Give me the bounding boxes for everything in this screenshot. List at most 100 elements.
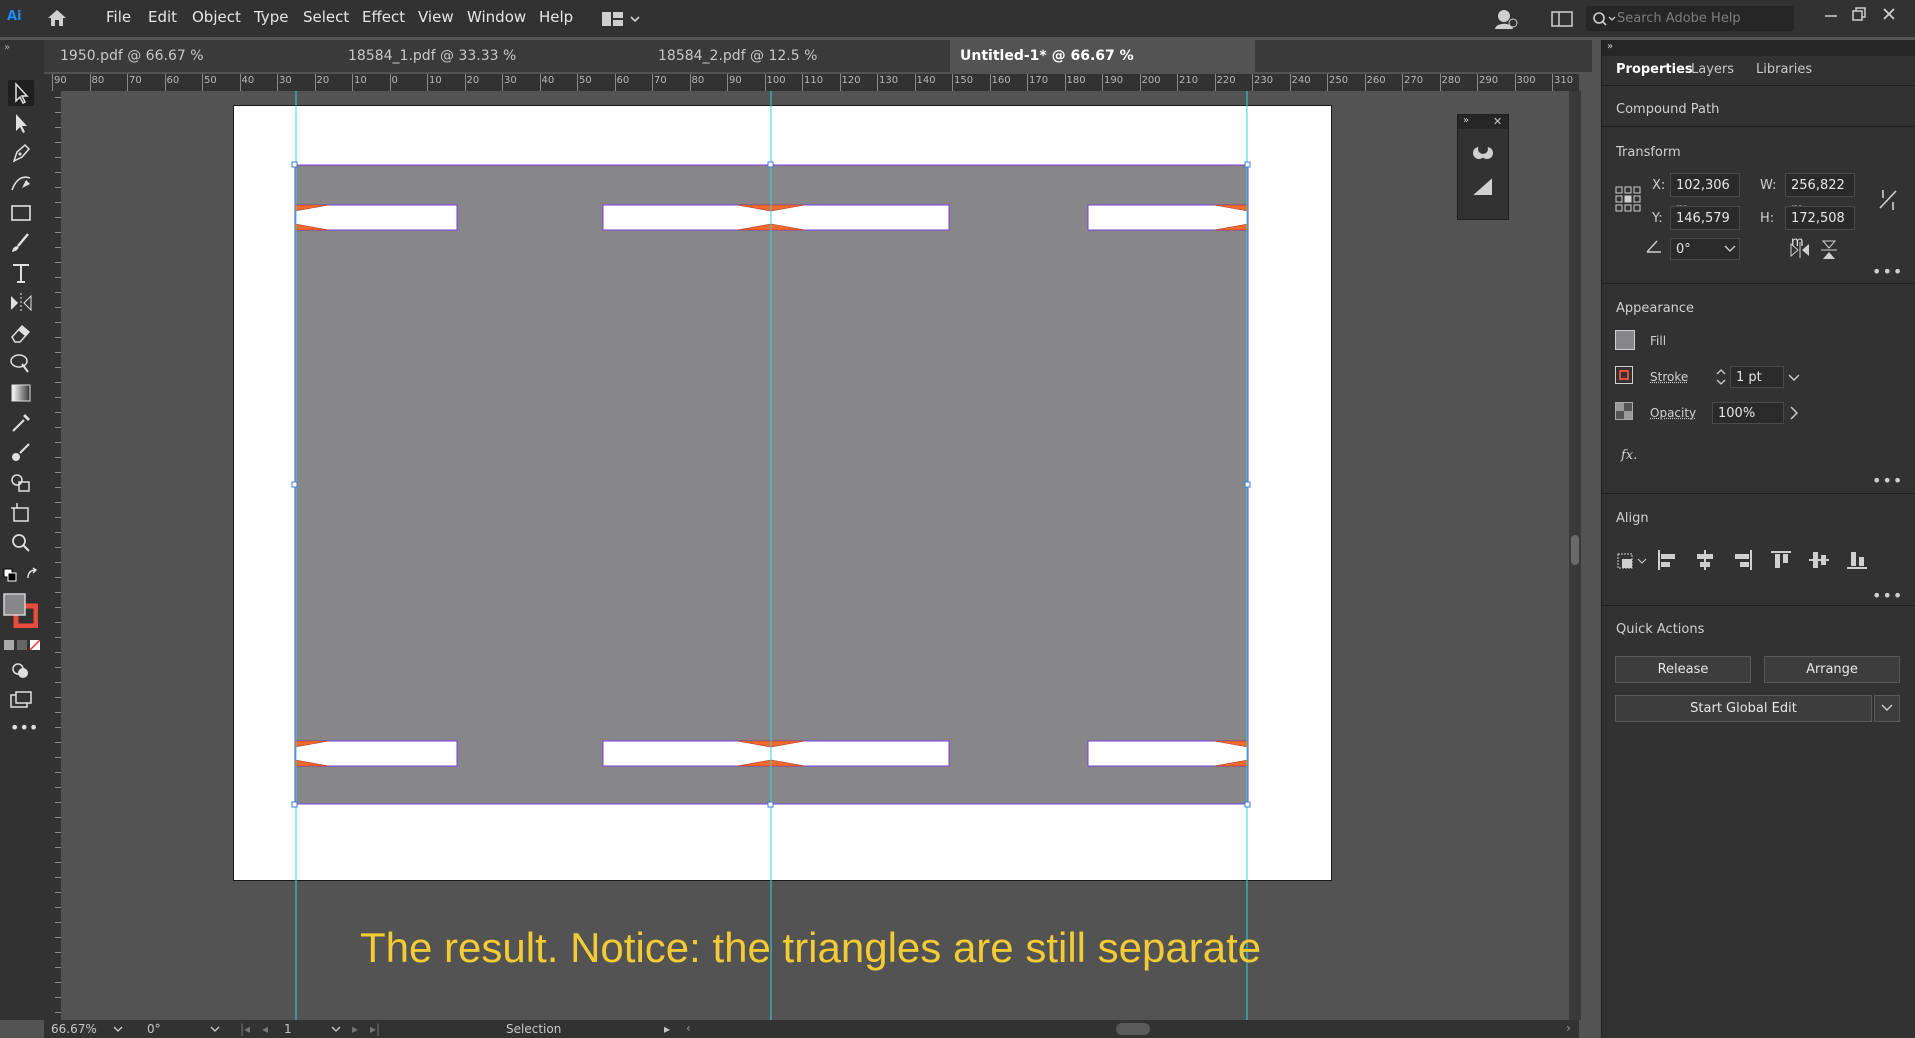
zoom-level-select[interactable]: 66.67% <box>48 1020 124 1038</box>
transparency-icon[interactable] <box>1472 177 1494 197</box>
canvas-area[interactable]: » ✕ <box>61 91 1581 1020</box>
screen-mode-icon[interactable] <box>8 688 34 714</box>
align-left-icon[interactable] <box>1656 549 1678 571</box>
align-horizontal-center-icon[interactable] <box>1694 549 1716 571</box>
stroke-stepper-icon[interactable] <box>1716 368 1726 386</box>
constrain-proportions-icon[interactable] <box>1877 188 1899 212</box>
panel-collapse-icon[interactable]: » <box>1463 115 1469 126</box>
artboard-number-select[interactable]: 1 <box>281 1020 343 1038</box>
chevron-right-icon[interactable] <box>1789 406 1799 420</box>
user-account-icon[interactable] <box>1494 8 1518 30</box>
selection-handle[interactable] <box>767 161 774 168</box>
tab-18584-2[interactable]: 18584_2.pdf @ 12.5 % (CMYK/Preview)✕ <box>648 40 948 96</box>
home-icon[interactable] <box>46 8 68 28</box>
curvature-tool-icon[interactable] <box>8 170 34 196</box>
close-icon[interactable]: ✕ <box>1493 115 1502 128</box>
selection-handle[interactable] <box>1244 801 1251 808</box>
selection-handle[interactable] <box>1244 161 1251 168</box>
next-artboard-icon[interactable]: ▸ <box>352 1022 358 1036</box>
start-global-edit-button[interactable]: Start Global Edit <box>1615 695 1872 722</box>
tab-layers[interactable]: Layers <box>1691 62 1734 77</box>
align-to-icon[interactable] <box>1616 550 1650 572</box>
scroll-right-icon[interactable]: › <box>1566 1021 1571 1035</box>
stroke-swatch[interactable] <box>1615 366 1633 384</box>
tab-libraries[interactable]: Libraries <box>1756 62 1812 77</box>
scroll-left-icon[interactable]: ‹ <box>686 1021 691 1035</box>
horizontal-scroll-thumb[interactable] <box>1116 1023 1150 1035</box>
stroke-weight-field[interactable]: 1 pt <box>1730 366 1784 388</box>
more-options-icon[interactable]: ••• <box>1872 586 1903 605</box>
eraser-tool-icon[interactable] <box>8 320 34 346</box>
rotation-view-select[interactable]: 0° <box>144 1020 220 1038</box>
opacity-field[interactable]: 100% <box>1712 402 1784 424</box>
panel-collapse-icon[interactable]: » <box>4 42 10 53</box>
paintbrush-tool-icon[interactable] <box>8 230 34 256</box>
chevron-down-icon[interactable] <box>1788 374 1800 382</box>
edit-toolbar-icon[interactable]: ••• <box>10 718 38 737</box>
pen-tool-icon[interactable] <box>8 140 34 166</box>
align-right-icon[interactable] <box>1732 549 1754 571</box>
artboard-tool-icon[interactable] <box>8 500 34 526</box>
selection-handle[interactable] <box>291 801 298 808</box>
menu-file[interactable]: File <box>106 8 131 26</box>
rectangle-tool-icon[interactable] <box>8 200 34 226</box>
y-position-field[interactable]: 146,579 m <box>1670 206 1740 250</box>
stroke-label[interactable]: Stroke <box>1650 370 1688 384</box>
selection-handle[interactable] <box>767 801 774 808</box>
menu-select[interactable]: Select <box>303 8 349 26</box>
menu-type[interactable]: Type <box>254 8 288 26</box>
selection-handle[interactable] <box>291 481 298 488</box>
effects-icon[interactable]: fx. <box>1621 448 1637 463</box>
chevron-down-icon[interactable] <box>1724 245 1736 253</box>
tab-1950[interactable]: 1950.pdf @ 66.67 % (CMYK/Preview)✕ <box>50 40 328 96</box>
menu-effect[interactable]: Effect <box>362 8 405 26</box>
flip-vertical-icon[interactable] <box>1821 240 1837 260</box>
shape-builder-tool-icon[interactable] <box>8 470 34 496</box>
fill-swatch[interactable] <box>1615 330 1635 350</box>
flip-horizontal-icon[interactable] <box>1790 242 1810 258</box>
scroll-thumb[interactable] <box>1571 535 1579 565</box>
zoom-tool-icon[interactable] <box>8 530 34 556</box>
align-top-icon[interactable] <box>1770 549 1792 571</box>
last-artboard-icon[interactable]: ▸| <box>370 1022 380 1036</box>
puppet-warp-tool-icon[interactable] <box>8 350 34 376</box>
x-position-field[interactable]: 102,306 m <box>1670 173 1740 217</box>
menu-window[interactable]: Window <box>467 8 526 26</box>
arrange-button[interactable]: Arrange <box>1764 656 1900 683</box>
selection-handle[interactable] <box>291 161 298 168</box>
symbols-icon[interactable] <box>1471 143 1495 163</box>
menu-edit[interactable]: Edit <box>148 8 177 26</box>
height-field[interactable]: 172,508 m <box>1785 206 1855 250</box>
type-tool-icon[interactable] <box>8 260 34 286</box>
swap-fill-stroke-icon[interactable] <box>2 566 42 586</box>
color-mode-icons[interactable] <box>3 636 43 651</box>
more-options-icon[interactable]: ••• <box>1872 262 1903 281</box>
release-button[interactable]: Release <box>1615 656 1751 683</box>
global-edit-options-button[interactable] <box>1874 695 1900 722</box>
eyedropper-tool-icon[interactable] <box>8 410 34 436</box>
first-artboard-icon[interactable]: |◂ <box>240 1022 250 1036</box>
reflect-tool-icon[interactable] <box>8 290 34 316</box>
close-window-button[interactable] <box>1880 5 1898 23</box>
selection-handle[interactable] <box>1244 481 1251 488</box>
reference-point-icon[interactable] <box>1615 186 1641 212</box>
vertical-scrollbar[interactable] <box>1569 91 1581 1020</box>
align-vertical-center-icon[interactable] <box>1808 549 1830 571</box>
panel-layout-icon[interactable] <box>1551 10 1573 28</box>
restore-button[interactable] <box>1850 5 1868 23</box>
menu-help[interactable]: Help <box>539 8 573 26</box>
fill-stroke-swatch[interactable] <box>2 592 39 629</box>
previous-artboard-icon[interactable]: ◂ <box>262 1022 268 1036</box>
align-bottom-icon[interactable] <box>1846 549 1868 571</box>
search-box[interactable]: Search Adobe Help <box>1586 6 1794 31</box>
gradient-tool-icon[interactable] <box>8 380 34 406</box>
tab-untitled-1[interactable]: Untitled-1* @ 66.67 % (CMYK/Preview)✕ <box>950 40 1255 96</box>
menu-object[interactable]: Object <box>192 8 241 26</box>
width-field[interactable]: 256,822 m <box>1785 173 1855 217</box>
direct-selection-tool-icon[interactable] <box>8 110 34 136</box>
more-options-icon[interactable]: ••• <box>1872 471 1903 490</box>
menu-view[interactable]: View <box>418 8 454 26</box>
opacity-icon[interactable] <box>1615 402 1633 420</box>
tab-properties[interactable]: Properties <box>1616 62 1693 77</box>
selection-tool-icon[interactable] <box>8 80 34 106</box>
